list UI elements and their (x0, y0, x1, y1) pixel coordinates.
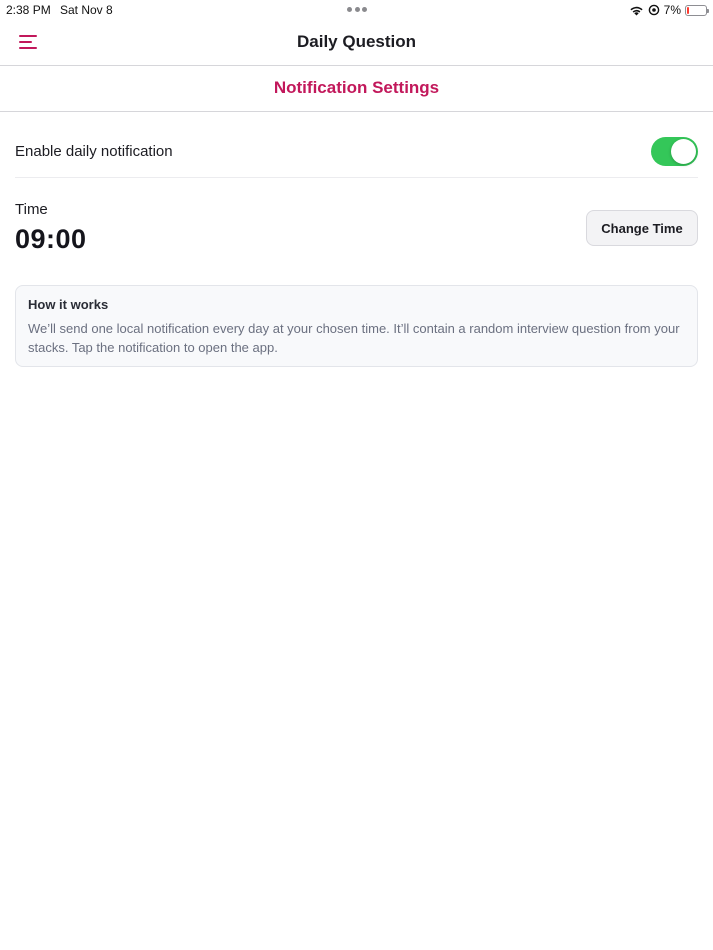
page-title: Daily Question (296, 32, 417, 51)
battery-icon (685, 4, 709, 16)
battery-percentage: 7% (663, 3, 681, 17)
section-title: Notification Settings (273, 78, 440, 97)
nav-header: Daily Question (0, 20, 713, 66)
status-time: 2:38 PM (6, 3, 51, 17)
time-label: Time (15, 201, 48, 218)
section-header: Notification Settings (0, 66, 713, 112)
info-title: How it works (28, 297, 109, 312)
toggle-knob (671, 139, 696, 164)
how-it-works-box: How it works We’ll send one local notifi… (15, 285, 698, 367)
location-lock-icon (648, 4, 659, 16)
wifi-icon (630, 6, 643, 15)
change-time-button[interactable]: Change Time (586, 210, 698, 246)
enable-notification-row: Enable daily notification (15, 126, 698, 178)
status-bar: 2:38 PM Sat Nov 8 7% (0, 0, 713, 20)
time-value: 09:00 (15, 224, 87, 254)
status-date: Sat Nov 8 (60, 3, 113, 17)
info-body: We’ll send one local notification every … (28, 321, 680, 355)
multitasking-dots-icon[interactable] (347, 7, 367, 13)
status-indicators: 7% (629, 3, 709, 17)
enable-notification-toggle[interactable] (651, 137, 698, 166)
enable-notification-label: Enable daily notification (15, 143, 173, 160)
